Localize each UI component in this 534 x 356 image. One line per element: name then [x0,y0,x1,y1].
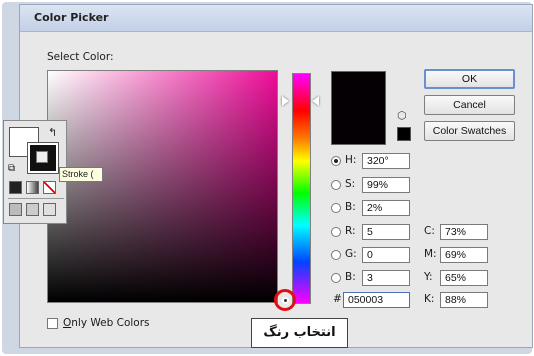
black-label: K: [424,293,435,305]
only-web-colors-label[interactable]: Only Web Colors [63,317,150,329]
cyan-label: C: [424,225,435,237]
draw-normal-icon[interactable] [9,203,22,216]
ok-button[interactable]: OK [424,69,515,89]
draw-behind-icon[interactable] [26,203,39,216]
saturation-label: S: [345,178,356,190]
saturation-radio[interactable] [331,180,341,190]
blue-label: B: [345,271,356,283]
draw-inside-icon[interactable] [43,203,56,216]
hue-label: H: [345,154,357,166]
current-color-swatch [331,71,386,145]
color-swatches-button[interactable]: Color Swatches [424,121,515,141]
hue-slider-left-arrow[interactable] [282,96,289,106]
cancel-button[interactable]: Cancel [424,95,515,115]
hue-slider-right-arrow[interactable] [312,96,319,106]
gamut-swatch[interactable] [397,127,411,141]
blue-radio[interactable] [331,273,341,283]
color-field-picker[interactable] [282,297,289,304]
hex-field[interactable]: 050003 [343,292,410,308]
magenta-label: M: [424,248,437,260]
color-mode-icon[interactable] [9,181,22,194]
yellow-field[interactable]: 65% [440,270,488,286]
hue-field[interactable]: 320° [362,153,410,169]
select-color-label: Select Color: [47,51,114,63]
dialog-title: Color Picker [34,11,109,24]
cube-icon[interactable]: ⬡ [397,109,407,122]
color-field[interactable] [47,70,278,303]
brightness-field[interactable]: 2% [362,200,410,216]
saturation-field[interactable]: 99% [362,177,410,193]
brightness-label: B: [345,201,356,213]
gradient-mode-icon[interactable] [26,181,39,194]
magenta-field[interactable]: 69% [440,247,488,263]
green-radio[interactable] [331,250,341,260]
toolbox-divider [8,198,64,199]
only-web-colors-checkbox[interactable] [47,318,58,329]
red-radio[interactable] [331,227,341,237]
green-label: G: [345,248,357,260]
red-label: R: [345,225,356,237]
stroke-swatch[interactable] [28,143,58,173]
callout-label: انتخاب رنگ [251,318,348,348]
swap-icon[interactable]: ↰ [48,126,57,139]
only-web-colors-text: nly Web Colors [71,317,150,329]
hue-slider[interactable] [292,73,311,304]
hex-label: # [333,293,342,305]
none-mode-icon[interactable] [43,181,56,194]
hue-radio[interactable] [331,156,341,166]
green-field[interactable]: 0 [362,247,410,263]
black-field[interactable]: 88% [440,292,488,308]
brightness-radio[interactable] [331,203,341,213]
stroke-tooltip: Stroke ( [59,167,103,182]
title-bar[interactable]: Color Picker [20,5,532,32]
default-colors-icon[interactable]: ⧉ [8,163,15,174]
red-field[interactable]: 5 [362,224,410,240]
fill-stroke-toolbox: ↰ ⧉ [3,120,67,224]
yellow-label: Y: [424,271,433,283]
cyan-field[interactable]: 73% [440,224,488,240]
blue-field[interactable]: 3 [362,270,410,286]
